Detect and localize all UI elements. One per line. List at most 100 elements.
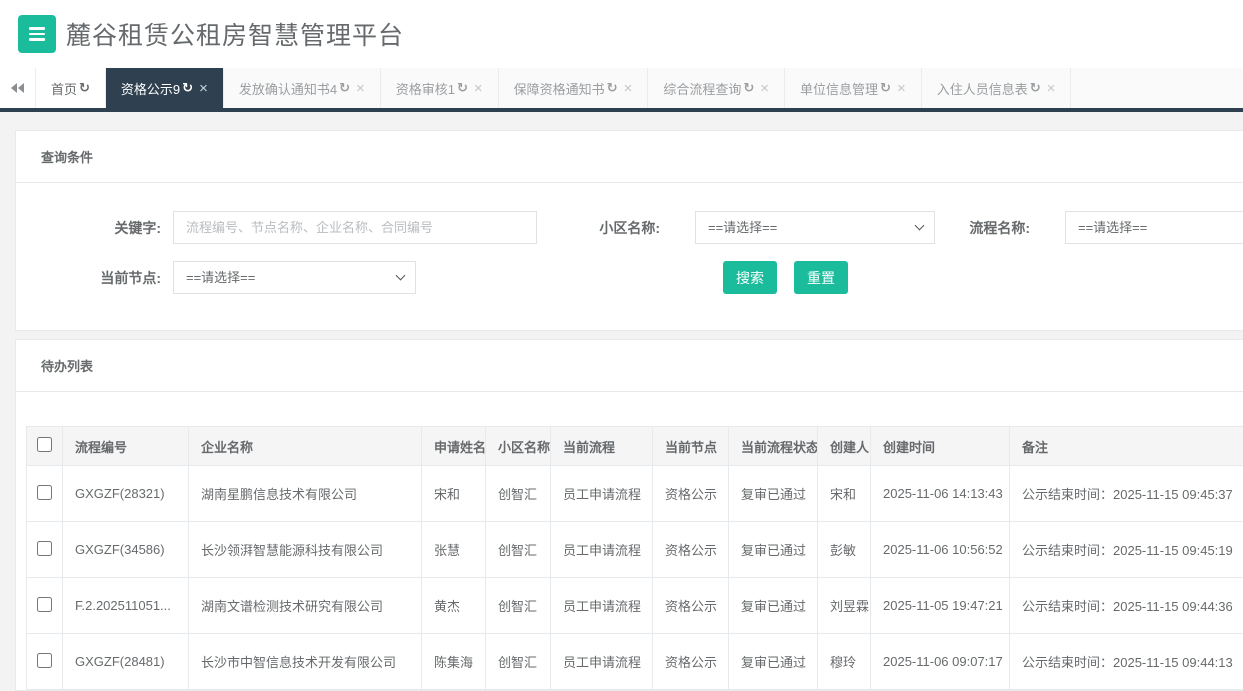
column-header-7: 当前流程状态 <box>729 427 818 466</box>
current-node-select[interactable]: ==请选择== <box>173 261 416 294</box>
table-cell: 资格公示 <box>653 522 729 578</box>
row-checkbox[interactable] <box>37 653 52 668</box>
tab-5[interactable]: 保障资格通知书↻ × <box>499 68 649 108</box>
table-cell: 员工申请流程 <box>551 522 653 578</box>
refresh-icon[interactable]: ↻ <box>607 80 618 96</box>
tab-label: 发放确认通知书4 <box>239 79 337 98</box>
todo-table: 流程编号企业名称申请姓名小区名称当前流程当前节点当前流程状态创建人创建时间备注 … <box>26 426 1243 690</box>
table-cell: 长沙领湃智慧能源科技有限公司 <box>189 522 422 578</box>
tab-label: 入住人员信息表 <box>937 79 1028 98</box>
table-cell: 长沙市中智信息技术开发有限公司 <box>189 634 422 690</box>
table-cell: 创智汇 <box>486 578 551 634</box>
tab-label: 综合流程查询 <box>663 79 741 98</box>
tab-label: 资格审核1 <box>396 79 455 98</box>
menu-toggle-button[interactable] <box>18 15 56 53</box>
table-cell: 陈集海 <box>422 634 486 690</box>
table-cell: 2025-11-06 09:07:17 <box>871 634 1010 690</box>
table-cell: 复审已通过 <box>729 578 818 634</box>
refresh-icon[interactable]: ↻ <box>1030 80 1041 96</box>
current-node-label: 当前节点: <box>36 268 161 288</box>
table-row[interactable]: GXGZF(34586)长沙领湃智慧能源科技有限公司张慧创智汇员工申请流程资格公… <box>27 522 1243 578</box>
tab-3[interactable]: 发放确认通知书4↻ × <box>224 68 381 108</box>
tab-bar: 首页↻资格公示9↻×发放确认通知书4↻×资格审核1↻×保障资格通知书↻×综合流程… <box>0 68 1243 112</box>
close-icon[interactable]: × <box>356 81 365 96</box>
table-cell: 资格公示 <box>653 466 729 522</box>
community-select[interactable]: ==请选择== <box>695 211 935 244</box>
tab-label: 资格公示9 <box>121 79 180 98</box>
tabs-scroll-left-button[interactable] <box>0 68 36 108</box>
table-cell: 2025-11-06 14:13:43 <box>871 466 1010 522</box>
tab-1[interactable]: 首页↻ <box>36 68 106 108</box>
table-cell: GXGZF(28321) <box>63 466 189 522</box>
select-all-checkbox[interactable] <box>37 437 52 452</box>
column-header-8: 创建人 <box>818 427 871 466</box>
tab-2[interactable]: 资格公示9↻ × <box>106 68 224 108</box>
table-cell: 员工申请流程 <box>551 578 653 634</box>
todo-panel: 待办列表 流程编号企业名称申请姓名小区名称当前流程当前节点当前流程状态创建人创建… <box>15 339 1243 691</box>
page-title: 麓谷租赁公租房智慧管理平台 <box>66 16 404 52</box>
flow-name-select[interactable]: ==请选择== <box>1065 211 1243 244</box>
flow-name-label: 流程名称: <box>935 218 1030 238</box>
column-header-9: 创建时间 <box>871 427 1010 466</box>
tab-label: 首页 <box>51 79 77 98</box>
close-icon[interactable]: × <box>624 81 633 96</box>
tab-label: 单位信息管理 <box>800 79 878 98</box>
tab-6[interactable]: 综合流程查询↻ × <box>648 68 785 108</box>
community-label: 小区名称: <box>537 218 660 238</box>
table-cell: 刘昱霖 <box>818 578 871 634</box>
row-checkbox[interactable] <box>37 597 52 612</box>
table-cell: 复审已通过 <box>729 522 818 578</box>
refresh-icon[interactable]: ↻ <box>457 80 468 96</box>
table-cell: 湖南文谱检测技术研究有限公司 <box>189 578 422 634</box>
table-cell: GXGZF(28481) <box>63 634 189 690</box>
column-header-6: 当前节点 <box>653 427 729 466</box>
close-icon[interactable]: × <box>199 81 208 96</box>
refresh-icon[interactable]: ↻ <box>182 80 193 96</box>
table-row[interactable]: GXGZF(28321)湖南星鹏信息技术有限公司宋和创智汇员工申请流程资格公示复… <box>27 466 1243 522</box>
table-cell: 湖南星鹏信息技术有限公司 <box>189 466 422 522</box>
todo-table-wrap: 流程编号企业名称申请姓名小区名称当前流程当前节点当前流程状态创建人创建时间备注 … <box>16 392 1243 690</box>
table-cell: 员工申请流程 <box>551 634 653 690</box>
table-cell: 复审已通过 <box>729 634 818 690</box>
table-cell: 公示结束时间：2025-11-15 09:45:19 <box>1010 522 1243 578</box>
keyword-label: 关键字: <box>36 218 161 238</box>
refresh-icon[interactable]: ↻ <box>880 80 891 96</box>
table-row[interactable]: GXGZF(28481)长沙市中智信息技术开发有限公司陈集海创智汇员工申请流程资… <box>27 634 1243 690</box>
double-left-arrow-icon <box>11 83 17 93</box>
reset-button[interactable]: 重置 <box>794 261 848 294</box>
query-form: 关键字: 小区名称: ==请选择== 流程名称: ==请选择== 当前节点: <box>16 183 1243 330</box>
table-row[interactable]: F.2.202511051...湖南文谱检测技术研究有限公司黄杰创智汇员工申请流… <box>27 578 1243 634</box>
column-header-10: 备注 <box>1010 427 1243 466</box>
query-panel-title: 查询条件 <box>16 131 1243 183</box>
row-checkbox[interactable] <box>37 541 52 556</box>
table-cell: 2025-11-05 19:47:21 <box>871 578 1010 634</box>
tab-label: 保障资格通知书 <box>514 79 605 98</box>
tab-8[interactable]: 入住人员信息表↻ × <box>922 68 1072 108</box>
column-header-4: 小区名称 <box>486 427 551 466</box>
table-cell: 黄杰 <box>422 578 486 634</box>
table-cell: F.2.202511051... <box>63 578 189 634</box>
refresh-icon[interactable]: ↻ <box>743 80 754 96</box>
app-header: 麓谷租赁公租房智慧管理平台 <box>0 0 1243 68</box>
column-header-5: 当前流程 <box>551 427 653 466</box>
search-button[interactable]: 搜索 <box>723 261 777 294</box>
close-icon[interactable]: × <box>1047 81 1056 96</box>
table-header-row: 流程编号企业名称申请姓名小区名称当前流程当前节点当前流程状态创建人创建时间备注 <box>27 427 1243 466</box>
refresh-icon[interactable]: ↻ <box>79 80 90 96</box>
table-cell: 创智汇 <box>486 466 551 522</box>
tab-4[interactable]: 资格审核1↻ × <box>381 68 499 108</box>
tab-7[interactable]: 单位信息管理↻ × <box>785 68 922 108</box>
close-icon[interactable]: × <box>897 81 906 96</box>
table-cell: 创智汇 <box>486 634 551 690</box>
table-cell: 穆玲 <box>818 634 871 690</box>
table-cell: 员工申请流程 <box>551 466 653 522</box>
close-icon[interactable]: × <box>474 81 483 96</box>
table-cell: 公示结束时间：2025-11-15 09:44:13 <box>1010 634 1243 690</box>
table-cell: GXGZF(34586) <box>63 522 189 578</box>
hamburger-icon <box>29 27 45 30</box>
row-checkbox[interactable] <box>37 485 52 500</box>
table-cell: 复审已通过 <box>729 466 818 522</box>
keyword-input[interactable] <box>173 211 537 244</box>
refresh-icon[interactable]: ↻ <box>339 80 350 96</box>
close-icon[interactable]: × <box>760 81 769 96</box>
